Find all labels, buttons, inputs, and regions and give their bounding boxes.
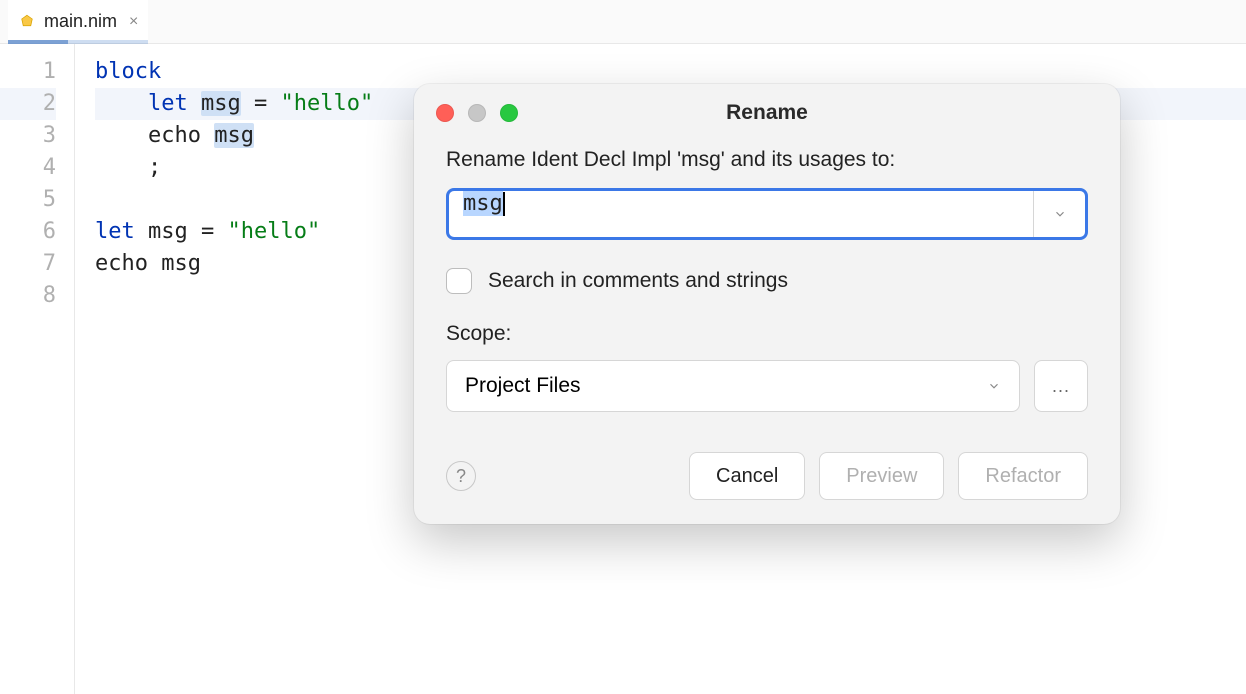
help-button[interactable]: ?: [446, 461, 476, 491]
scope-label: Scope:: [446, 322, 1088, 346]
scope-more-button[interactable]: ...: [1034, 360, 1088, 412]
line-number: 2: [0, 88, 56, 120]
rename-input-combo[interactable]: msg: [446, 188, 1088, 240]
rename-dialog: Rename Rename Ident Decl Impl 'msg' and …: [414, 84, 1120, 524]
tab-main-nim[interactable]: main.nim ×: [8, 0, 148, 43]
chevron-down-icon: [1053, 207, 1067, 221]
line-number: 3: [0, 120, 56, 152]
dialog-titlebar[interactable]: Rename: [414, 84, 1120, 142]
line-number: 6: [0, 216, 56, 248]
scope-row: Project Files ...: [446, 360, 1088, 412]
rename-input-value: msg: [463, 191, 503, 216]
rename-history-dropdown[interactable]: [1033, 191, 1085, 237]
line-number: 5: [0, 184, 56, 216]
search-comments-label: Search in comments and strings: [488, 269, 788, 293]
scope-value: Project Files: [465, 374, 581, 398]
search-comments-row: Search in comments and strings: [446, 268, 1088, 294]
nim-file-icon: [18, 13, 36, 31]
search-comments-checkbox[interactable]: [446, 268, 472, 294]
close-icon[interactable]: ×: [129, 13, 138, 31]
line-number: 8: [0, 280, 56, 312]
rename-input[interactable]: msg: [449, 191, 1033, 237]
window-controls: [436, 104, 518, 122]
tab-filename: main.nim: [44, 11, 117, 32]
dialog-footer: ? Cancel Preview Refactor: [414, 452, 1120, 500]
window-zoom-button[interactable]: [500, 104, 518, 122]
rename-prompt: Rename Ident Decl Impl 'msg' and its usa…: [446, 148, 1088, 172]
dialog-body: Rename Ident Decl Impl 'msg' and its usa…: [414, 142, 1120, 412]
line-number: 4: [0, 152, 56, 184]
line-number: 7: [0, 248, 56, 280]
window-close-button[interactable]: [436, 104, 454, 122]
scope-select[interactable]: Project Files: [446, 360, 1020, 412]
preview-button[interactable]: Preview: [819, 452, 944, 500]
line-number: 1: [0, 56, 56, 88]
line-number-gutter: 12345678: [0, 44, 74, 694]
cancel-button[interactable]: Cancel: [689, 452, 805, 500]
dialog-title: Rename: [726, 101, 808, 125]
window-minimize-button[interactable]: [468, 104, 486, 122]
refactor-button[interactable]: Refactor: [958, 452, 1088, 500]
tab-bar: main.nim ×: [0, 0, 1246, 44]
chevron-down-icon: [987, 379, 1001, 393]
